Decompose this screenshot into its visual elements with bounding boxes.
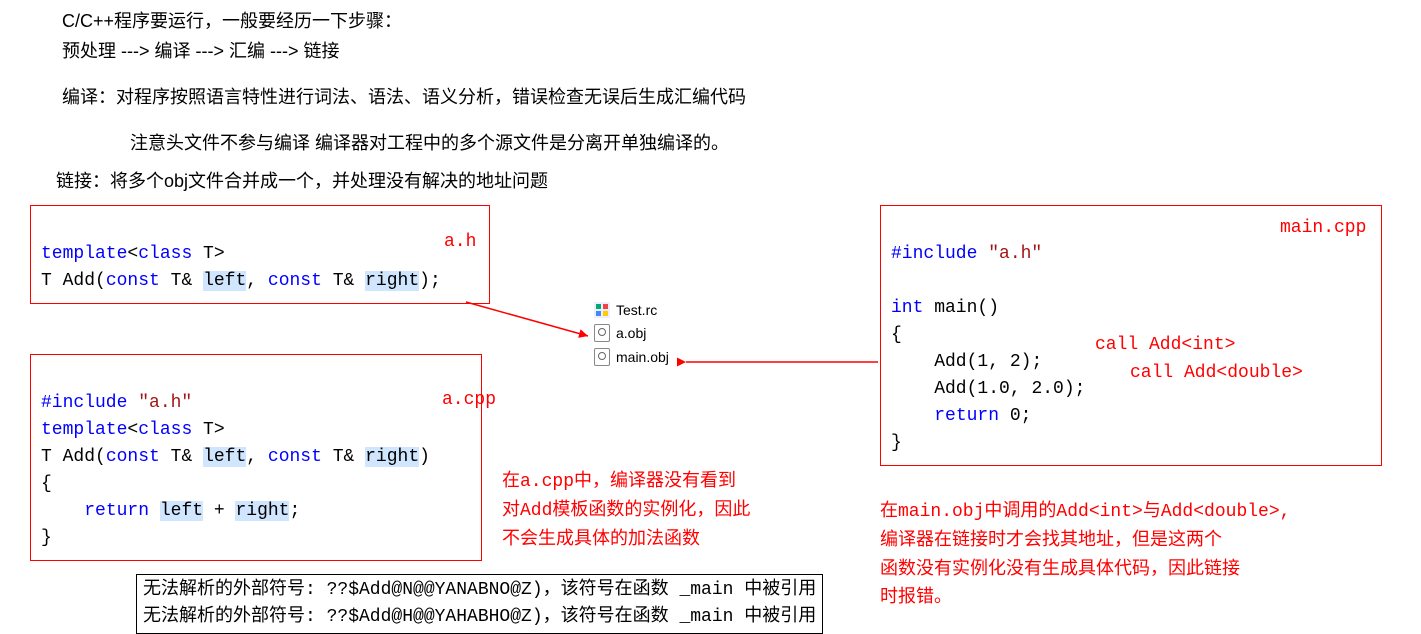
resource-file-icon xyxy=(594,302,610,318)
note-line: 在main.obj中调用的Add<int>与Add<double>, xyxy=(880,498,1290,527)
intro-line-3: 编译：对程序按照语言特性进行词法、语法、语义分析，错误检查无误后生成汇编代码 xyxy=(62,82,746,113)
label-maincpp: main.cpp xyxy=(1280,218,1366,238)
obj-file-icon xyxy=(594,348,610,366)
file-name: a.obj xyxy=(616,325,646,341)
intro-line-5: 链接：将多个obj文件合并成一个，并处理没有解决的地址问题 xyxy=(56,166,548,197)
file-testrc: Test.rc xyxy=(594,302,669,318)
error-line: 无法解析的外部符号: ??$Add@H@@YAHABHO@Z)，该符号在函数 _… xyxy=(143,604,816,631)
arrow-acpp-to-aobj xyxy=(466,302,596,357)
kw-class: class xyxy=(138,244,192,264)
note-line: 不会生成具体的加法函数 xyxy=(502,526,750,555)
file-aobj: a.obj xyxy=(594,324,669,342)
code-box-ah: template<class T> T Add(const T& left, c… xyxy=(30,205,490,304)
note-line: 编译器在链接时才会找其地址，但是这两个 xyxy=(880,527,1290,556)
note-main-explain: 在main.obj中调用的Add<int>与Add<double>, 编译器在链… xyxy=(880,498,1290,613)
file-list: Test.rc a.obj main.obj xyxy=(594,302,669,366)
fn-add: Add xyxy=(63,271,95,291)
file-name: Test.rc xyxy=(616,302,657,318)
param-right: right xyxy=(365,271,419,291)
note-line: 时报错。 xyxy=(880,584,1290,613)
label-ah: a.h xyxy=(444,232,476,252)
intro-line-4: 注意头文件不参与编译 编译器对工程中的多个源文件是分离开单独编译的。 xyxy=(130,128,729,159)
note-acpp-explain: 在a.cpp中，编译器没有看到 对Add模板函数的实例化，因此 不会生成具体的加… xyxy=(502,468,750,554)
linker-error-box: 无法解析的外部符号: ??$Add@N@@YANABNO@Z)，该符号在函数 _… xyxy=(136,574,823,634)
error-line: 无法解析的外部符号: ??$Add@N@@YANABNO@Z)，该符号在函数 _… xyxy=(143,577,816,604)
file-name: main.obj xyxy=(616,349,669,365)
label-acpp: a.cpp xyxy=(442,390,496,410)
call-add-int: call Add<int> xyxy=(1095,335,1235,355)
note-line: 对Add模板函数的实例化，因此 xyxy=(502,497,750,526)
kw-template: template xyxy=(41,244,127,264)
intro-line-1: C/C++程序要运行，一般要经历一下步骤： xyxy=(62,6,402,37)
arrow-mainobj-to-maincpp xyxy=(680,357,885,412)
note-line: 在a.cpp中，编译器没有看到 xyxy=(502,468,750,497)
file-mainobj: main.obj xyxy=(594,348,669,366)
intro-line-2: 预处理 ---> 编译 ---> 汇编 ---> 链接 xyxy=(62,36,340,67)
obj-file-icon xyxy=(594,324,610,342)
code-box-acpp: #include "a.h" template<class T> T Add(c… xyxy=(30,354,482,561)
param-left: left xyxy=(203,271,246,291)
note-line: 函数没有实例化没有生成具体代码，因此链接 xyxy=(880,556,1290,585)
call-add-double: call Add<double> xyxy=(1130,363,1303,383)
